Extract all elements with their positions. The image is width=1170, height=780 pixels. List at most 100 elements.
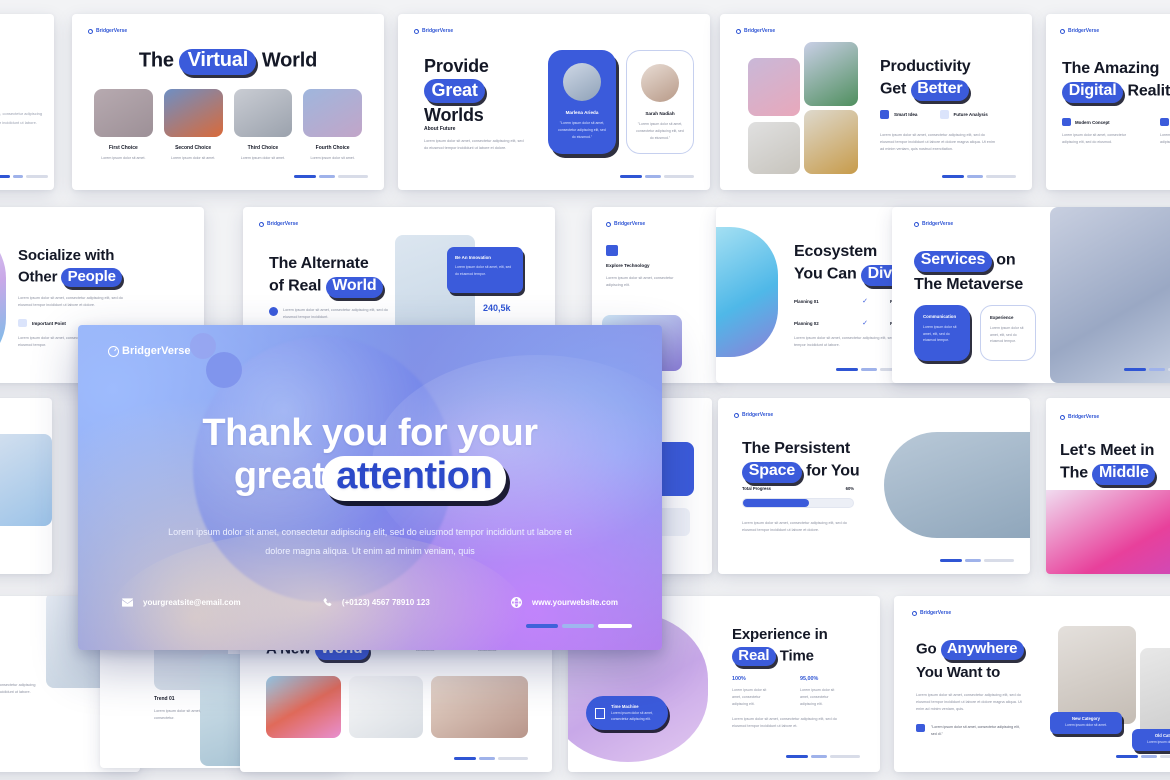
choice-card[interactable]: Fourth Choice Lorem ipsum dolor sit amet… (303, 89, 362, 162)
hero-contact-row: yourgreatsite@email.com (+0123) 4567 789… (122, 597, 618, 608)
pager-dot-active[interactable] (786, 755, 808, 758)
pager-track[interactable] (664, 174, 695, 178)
megaphone-icon (916, 724, 925, 732)
title-highlight-pill: Real (732, 646, 776, 667)
pager-dot-active[interactable] (940, 558, 963, 562)
pager-track[interactable] (338, 174, 369, 178)
service-card-primary[interactable]: Communication Lorem ipsum dolor sit amet… (914, 305, 970, 361)
chart-icon (939, 110, 949, 119)
service-text: Lorem ipsum dolor sit amet, elit, sed do… (923, 325, 957, 343)
pager-dot-active[interactable] (454, 757, 476, 760)
progress-bar-track[interactable] (742, 498, 854, 508)
explore-label: Explore Technology (606, 263, 650, 268)
brand-logo: BridgerVerse (88, 28, 127, 34)
badge-text: Lorem ipsum dolor sit amet, consectetur … (611, 710, 653, 721)
pager-dot-active[interactable] (836, 367, 858, 371)
feature-item[interactable]: Modern Concept Lorem ipsum dolor sit ame… (1062, 118, 1136, 146)
pager-dot[interactable] (1149, 367, 1165, 371)
pager-dot[interactable] (861, 367, 877, 371)
pager-track[interactable] (1160, 755, 1170, 758)
pager-dot[interactable] (967, 174, 984, 178)
contact-phone[interactable]: (+0123) 4567 78910 123 (322, 597, 430, 608)
slide-title: The Virtual World (72, 49, 384, 76)
service-title: Experience (990, 315, 1014, 320)
choice-label: First Choice (108, 145, 138, 151)
brand-logo: BridgerVerse (734, 412, 773, 418)
innovation-badge[interactable]: Be An Innovation Lorem ipsum dolor sit a… (447, 247, 523, 293)
feature-item[interactable]: Sophisticated Lorem ipsum dolor sit amet… (1160, 118, 1170, 146)
pager-dot-active[interactable] (942, 174, 965, 178)
body-text: Lorem ipsum dolor sit amet, consectetur … (18, 296, 123, 308)
slide-title: Socialize with Other People (18, 247, 123, 288)
hero-brand-name: BridgerVerse (122, 345, 191, 357)
pager-dot[interactable] (965, 558, 982, 562)
old-category-badge[interactable]: Old Category Lorem ipsum dolor sit amet. (1132, 729, 1170, 751)
logo-ring-icon (1060, 28, 1065, 34)
pager-track[interactable] (498, 757, 528, 760)
slide-services-metaverse[interactable]: BridgerVerse Services on The Metaverse C… (892, 207, 1170, 383)
choice-card[interactable]: Third Choice Lorem ipsum dolor sit amet. (233, 89, 293, 162)
pager-dot-active[interactable] (1116, 755, 1138, 758)
pager-dot[interactable] (479, 757, 495, 760)
feature-item[interactable]: Future Analysis (939, 110, 988, 119)
choice-card[interactable]: Second Choice Lorem ipsum dolor sit amet… (163, 89, 223, 162)
slide-lets-meet-middle[interactable]: BridgerVerse Let's Meet in The Middle (1046, 398, 1170, 574)
logo-ring-icon (88, 28, 93, 34)
time-machine-badge[interactable]: Time Machine Lorem ipsum dolor sit amet,… (586, 696, 668, 730)
person-card-secondary[interactable]: Sarah Nadiah "Lorem ipsum dolor sit amet… (626, 50, 694, 154)
title-highlight-pill: World (325, 276, 384, 298)
slide-amazing-reality[interactable]: BridgerVerse The Amazing Digital Reality… (1046, 14, 1170, 190)
important-point[interactable]: Important Point (18, 319, 66, 327)
check-icon: ✓ (862, 320, 868, 327)
pager-dot[interactable] (319, 174, 336, 178)
person-quote: "Lorem ipsum dolor sit amet, consectetur… (558, 121, 606, 139)
feature-label: Future Analysis (953, 112, 988, 117)
pager-track[interactable] (830, 755, 860, 758)
pager-track[interactable] (984, 558, 1015, 562)
service-title: Communication (923, 314, 957, 319)
planning-item[interactable]: Planning 02 ✓ (794, 319, 868, 327)
planning-item[interactable]: Planning 01 ✓ (794, 297, 868, 305)
contact-website[interactable]: www.yourwebsite.com (511, 597, 618, 608)
title-highlight-pill: Anywhere (940, 640, 1024, 660)
pager-track[interactable] (26, 175, 48, 178)
new-category-badge[interactable]: New Category Lorem ipsum dolor sit amet. (1050, 712, 1122, 734)
choice-card[interactable]: First Choice Lorem ipsum dolor sit amet. (94, 89, 153, 162)
hero-title-line-2: great (233, 455, 325, 498)
pager-dot-active[interactable] (620, 174, 643, 178)
pager-dot[interactable] (562, 624, 594, 628)
pager-dot-active[interactable] (294, 174, 317, 178)
body-text: Lorem ipsum dolor sit amet, consectetur … (916, 693, 1022, 712)
point-label: Important Point (32, 320, 66, 326)
pager-track[interactable] (986, 174, 1017, 178)
slide-go-anywhere[interactable]: BridgerVerse Go Anywhere You Want to Lor… (894, 596, 1170, 772)
featured-slide-thank-you[interactable]: BridgerVerse Thank you for your great att… (78, 325, 662, 650)
title-line-2: Other (18, 267, 58, 285)
pager-dot[interactable] (645, 174, 662, 178)
slide-provide-worlds[interactable]: BridgerVerse Provide Great Worlds About … (398, 14, 710, 190)
body-text: Lorem ipsum dolor sit amet, consectetur … (0, 683, 36, 695)
pager-dot-active[interactable] (0, 175, 10, 178)
pager-dot-active[interactable] (526, 624, 558, 628)
service-image (1050, 207, 1170, 383)
slide-place[interactable]: lace Lorem ipsum dolor sit amet, consect… (0, 14, 54, 190)
pager-track[interactable] (598, 624, 632, 628)
slide-productivity[interactable]: BridgerVerse Productivity Get Better Sma… (720, 14, 1032, 190)
feature-item[interactable]: Smart Idea (880, 110, 918, 119)
contact-email[interactable]: yourgreatsite@email.com (122, 598, 241, 607)
pager-dot-active[interactable] (1124, 367, 1146, 371)
pager-dot[interactable] (13, 175, 23, 178)
pager-dot[interactable] (811, 755, 827, 758)
choice-image (233, 89, 293, 137)
title-line-2: The (1060, 464, 1088, 482)
slide-virtual-world[interactable]: BridgerVerse The Virtual World First Cho… (72, 14, 384, 190)
body-text: Lorem ipsum dolor sit amet, consectetur … (742, 521, 847, 533)
slide-persistent-space[interactable]: BridgerVerse The Persistent Space for Yo… (718, 398, 1030, 574)
title-line-2: for You (806, 462, 860, 480)
collage-image-3 (804, 42, 858, 106)
service-card-secondary[interactable]: Experience Lorem ipsum dolor sit amet, e… (980, 305, 1036, 361)
slide-left-partial[interactable] (0, 398, 52, 574)
choice-label: Third Choice (247, 145, 279, 151)
pager-dot[interactable] (1141, 755, 1157, 758)
person-card-primary[interactable]: Marlena Arieda "Lorem ipsum dolor sit am… (548, 50, 616, 154)
